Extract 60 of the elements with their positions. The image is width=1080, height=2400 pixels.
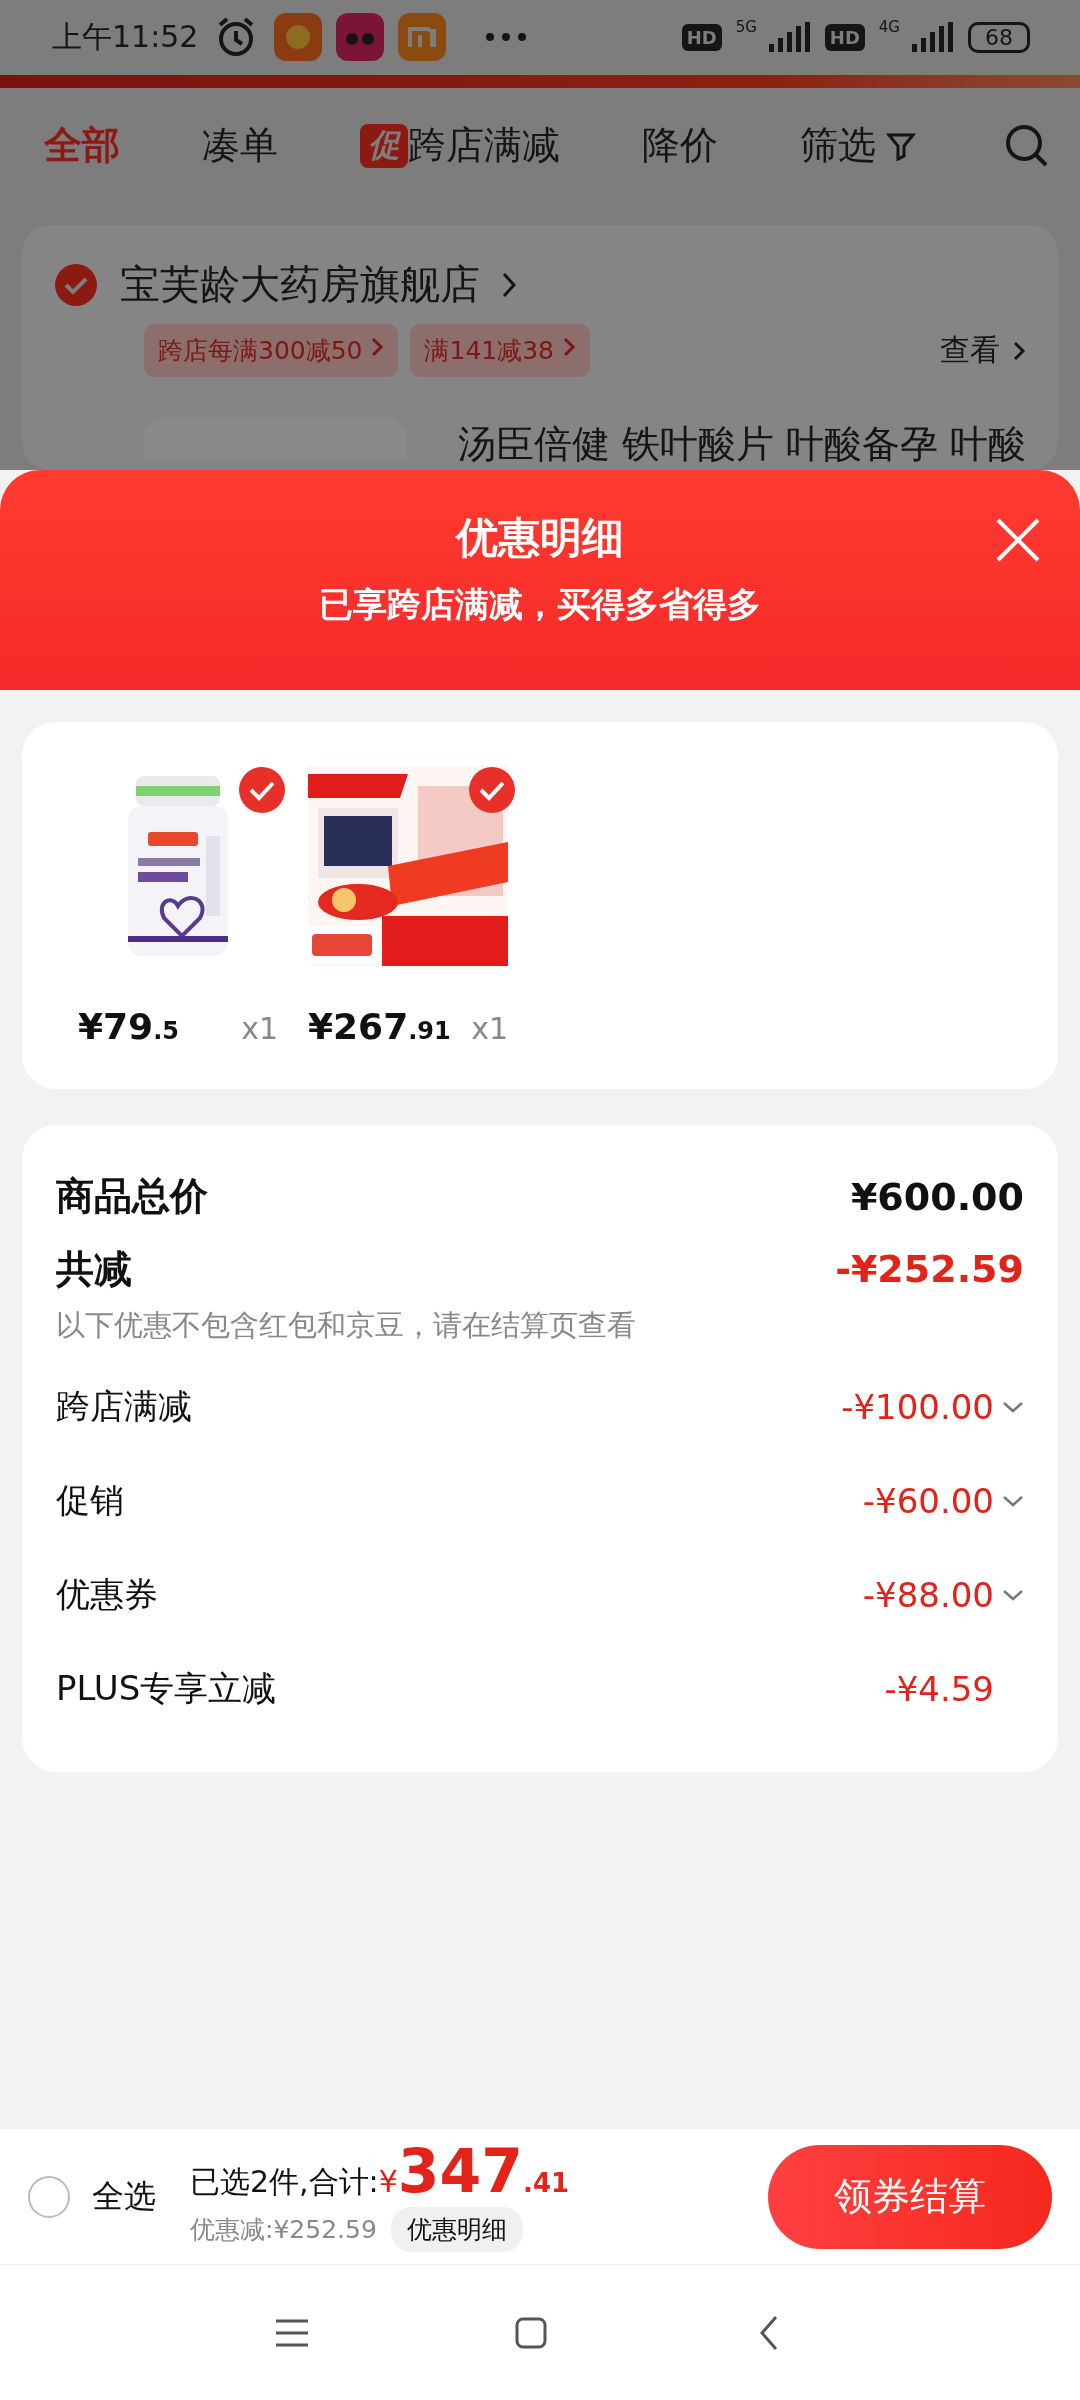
discount-item-value: -¥4.59 bbox=[884, 1669, 994, 1709]
network-type: 5G bbox=[735, 18, 757, 36]
battery-level: 68 bbox=[968, 21, 1030, 53]
total-decimal: .41 bbox=[523, 2168, 570, 2198]
discount-value: -¥252.59 bbox=[835, 1247, 1024, 1291]
filter-tab[interactable]: 筛选 bbox=[800, 120, 916, 172]
discount-label: 共减 bbox=[56, 1245, 132, 1293]
selected-summary: 已选2件,合计: bbox=[190, 2163, 379, 2201]
item-price: ¥267.91 bbox=[308, 1006, 451, 1047]
discount-item-value: -¥88.00 bbox=[862, 1575, 994, 1615]
close-icon[interactable] bbox=[994, 516, 1042, 564]
hd-badge: HD bbox=[681, 23, 722, 51]
item-quantity: x1 bbox=[471, 1011, 508, 1046]
item-quantity: x1 bbox=[241, 1011, 278, 1046]
store-checkbox[interactable] bbox=[54, 262, 98, 307]
currency-symbol: ¥ bbox=[378, 2164, 398, 2199]
chevron-right-icon bbox=[370, 335, 385, 359]
saved-amount: 优惠减:¥252.59 bbox=[190, 2214, 377, 2246]
promo-tag[interactable]: 跨店每满300减50 bbox=[144, 324, 399, 377]
store-name[interactable]: 宝芙龄大药房旗舰店 bbox=[120, 257, 480, 312]
select-all-checkbox[interactable] bbox=[28, 2175, 70, 2218]
promo-badge: 促 bbox=[360, 123, 408, 168]
discount-note: 以下优惠不包含红包和京豆，请在结算页查看 bbox=[56, 1307, 637, 1344]
network-type: 4G bbox=[878, 18, 900, 36]
discount-item-value: -¥60.00 bbox=[862, 1481, 994, 1521]
discount-item-label: 促销 bbox=[56, 1479, 124, 1522]
app-icon bbox=[336, 13, 385, 62]
view-link[interactable]: 查看 bbox=[940, 330, 1000, 371]
discount-item-label: 优惠券 bbox=[56, 1573, 158, 1616]
total-label: 商品总价 bbox=[56, 1173, 208, 1220]
tab[interactable]: 跨店满减 bbox=[408, 120, 560, 172]
search-icon[interactable] bbox=[1004, 122, 1050, 169]
chevron-down-icon[interactable] bbox=[1002, 1494, 1024, 1508]
discount-item-label: 跨店满减 bbox=[56, 1385, 192, 1428]
sheet-title: 优惠明细 bbox=[456, 512, 624, 564]
hd-badge: HD bbox=[824, 23, 865, 51]
item-price: ¥79.5 bbox=[78, 1006, 179, 1047]
chevron-right-icon bbox=[502, 271, 516, 298]
total-value: ¥600.00 bbox=[850, 1174, 1024, 1219]
chevron-down-icon[interactable] bbox=[1002, 1588, 1024, 1602]
total-amount: 347 bbox=[397, 2141, 524, 2201]
checkout-button[interactable]: 领券结算 bbox=[768, 2144, 1052, 2249]
sheet-subtitle: 已享跨店满减，买得多省得多 bbox=[319, 583, 761, 626]
promo-tag[interactable]: 满141减38 bbox=[410, 324, 590, 377]
select-all-label[interactable]: 全选 bbox=[92, 2174, 156, 2219]
check-icon[interactable] bbox=[468, 766, 516, 814]
tab[interactable]: 降价 bbox=[642, 120, 718, 172]
check-icon[interactable] bbox=[238, 766, 286, 814]
product-title[interactable]: 汤臣倍健 铁叶酸片 叶酸备孕 叶酸 bbox=[457, 419, 1026, 470]
app-icon bbox=[274, 13, 323, 62]
tab[interactable]: 全部 bbox=[44, 120, 120, 172]
chevron-down-icon[interactable] bbox=[1002, 1400, 1024, 1414]
tab[interactable]: 凑单 bbox=[202, 120, 278, 172]
more-icon bbox=[484, 31, 529, 44]
chevron-right-icon bbox=[561, 335, 576, 359]
discount-item-value: -¥100.00 bbox=[841, 1387, 994, 1427]
app-icon bbox=[398, 13, 447, 62]
discount-detail-button[interactable]: 优惠明细 bbox=[390, 2207, 523, 2252]
discount-item-label: PLUS专享立减 bbox=[56, 1667, 277, 1710]
status-time: 上午11:52 bbox=[52, 17, 199, 56]
